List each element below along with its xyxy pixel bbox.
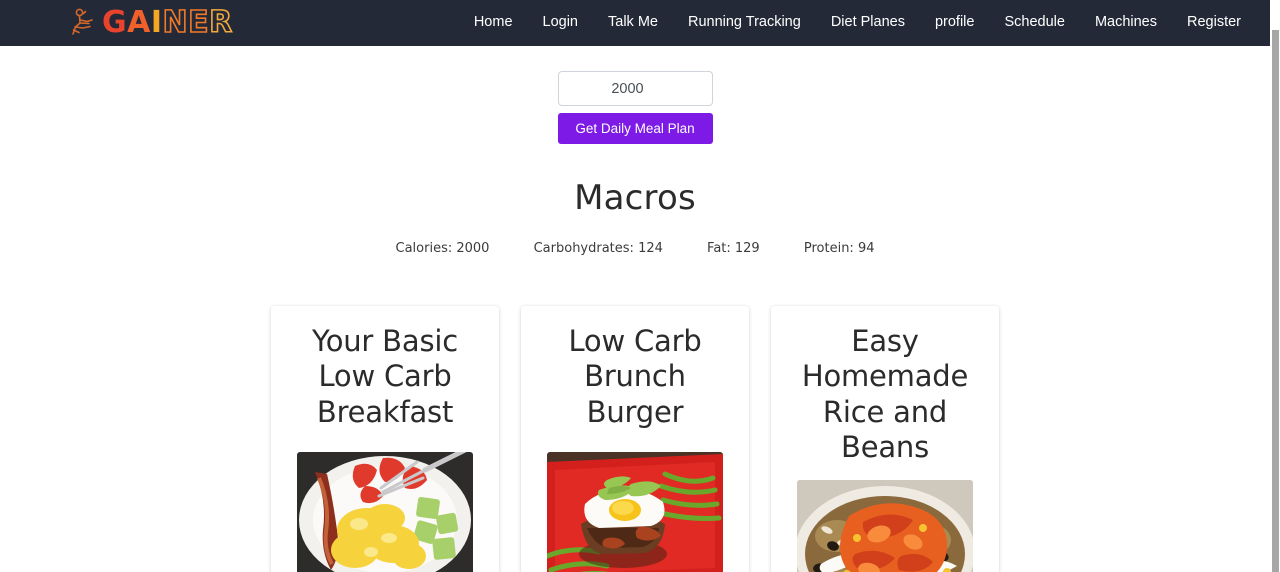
nav-running-tracking[interactable]: Running Tracking [673, 8, 816, 37]
macros-heading: Macros [574, 178, 696, 218]
recipe-card[interactable]: Low Carb Brunch Burger [521, 306, 749, 572]
nav-links: Home Login Talk Me Running Tracking Diet… [459, 8, 1256, 37]
macro-fat: Fat: 129 [707, 241, 760, 256]
page-scrollbar[interactable] [1270, 0, 1280, 572]
gym-figure-icon [70, 7, 100, 39]
scrollbar-thumb[interactable] [1272, 30, 1279, 572]
recipe-image-breakfast [297, 452, 473, 572]
macro-calories: Calories: 2000 [395, 241, 490, 256]
recipe-title: Low Carb Brunch Burger [568, 324, 702, 429]
recipe-card[interactable]: Easy Homemade Rice and Beans [771, 306, 999, 572]
nav-register[interactable]: Register [1172, 8, 1256, 37]
calorie-input[interactable] [557, 71, 713, 106]
macro-protein: Protein: 94 [803, 241, 875, 256]
recipe-card[interactable]: Your Basic Low Carb Breakfast [271, 306, 499, 572]
recipe-title: Your Basic Low Carb Breakfast [312, 324, 458, 429]
macro-carbohydrates: Carbohydrates: 124 [533, 241, 663, 256]
nav-talk-me[interactable]: Talk Me [593, 8, 673, 37]
get-daily-meal-plan-button[interactable]: Get Daily Meal Plan [557, 113, 713, 144]
recipe-image-burger [547, 452, 723, 572]
nav-diet-planes[interactable]: Diet Planes [816, 8, 920, 37]
brand-text: GAINER [102, 5, 233, 40]
nav-schedule[interactable]: Schedule [989, 8, 1079, 37]
nav-home[interactable]: Home [459, 8, 528, 37]
nav-profile[interactable]: profile [920, 8, 990, 37]
main-navbar: GAINER Home Login Talk Me Running Tracki… [0, 0, 1270, 46]
recipe-card-list: Your Basic Low Carb Breakfast Low Carb B… [0, 306, 1270, 572]
brand-logo[interactable]: GAINER [70, 0, 233, 46]
recipe-image-rice-beans [797, 479, 973, 572]
nav-machines[interactable]: Machines [1080, 8, 1172, 37]
recipe-title: Easy Homemade Rice and Beans [801, 324, 969, 465]
macros-summary: Calories: 2000 Carbohydrates: 124 Fat: 1… [0, 241, 1270, 256]
page-root: GAINER Home Login Talk Me Running Tracki… [0, 0, 1280, 572]
nav-login[interactable]: Login [528, 8, 593, 37]
meal-plan-form: Get Daily Meal Plan Macros Calories: 200… [0, 46, 1270, 256]
